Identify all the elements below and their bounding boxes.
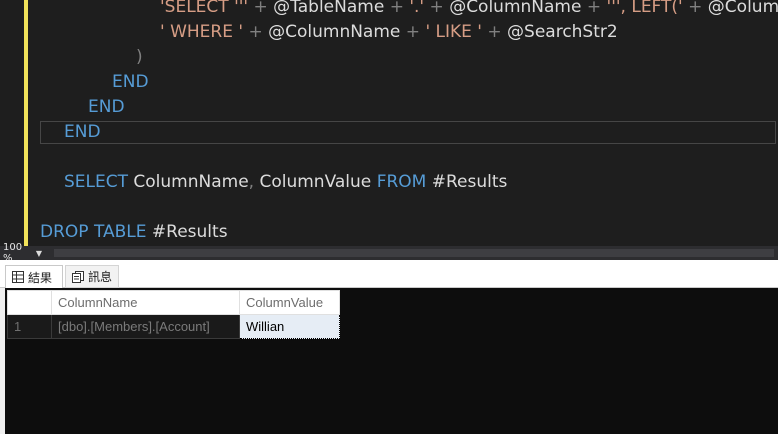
sql-identifier: ColumnName xyxy=(128,172,249,192)
tab-messages-label: 訊息 xyxy=(88,270,113,284)
grid-corner-cell[interactable] xyxy=(7,290,52,315)
sql-keyword: SELECT xyxy=(64,172,128,192)
sql-identifier: #Results xyxy=(146,222,228,242)
sql-keyword: END xyxy=(88,97,125,117)
results-grid-area: ColumnName ColumnValue 1 [dbo].[Members]… xyxy=(5,288,778,434)
horizontal-scrollbar[interactable] xyxy=(54,249,774,257)
sql-operator: + xyxy=(424,0,450,17)
editor-status-bar: 100 % ▼ xyxy=(0,242,778,264)
sql-string: ' LIKE ' xyxy=(425,22,482,42)
chevron-down-icon[interactable]: ▼ xyxy=(33,247,45,259)
sql-operator: + xyxy=(481,22,508,42)
sql-keyword: END xyxy=(64,122,101,142)
sql-identifier: @TableName xyxy=(273,0,385,17)
column-header-columnvalue[interactable]: ColumnValue xyxy=(239,290,340,315)
sql-keyword: END xyxy=(112,72,149,92)
sql-operator: + xyxy=(400,22,426,42)
column-header-columnname[interactable]: ColumnName xyxy=(51,290,240,315)
code-line: DROP TABLE #Results xyxy=(40,220,228,245)
results-pane: 結果 訊息 ColumnName ColumnValue 1 [dbo].[Me… xyxy=(0,260,778,434)
sql-identifier: ColumnValue xyxy=(254,172,377,192)
code-line: END xyxy=(112,70,149,95)
grid-cell-columnname[interactable]: [dbo].[Members].[Account] xyxy=(51,314,240,339)
sql-operator: + xyxy=(682,0,708,17)
sql-identifier: @ColumnName xyxy=(268,22,401,42)
sql-string: ''', LEFT(' xyxy=(606,0,683,17)
sql-operator: + xyxy=(248,0,274,17)
sql-keyword: FROM xyxy=(376,172,427,192)
tab-results-label: 結果 xyxy=(28,270,53,285)
change-tracking-bar xyxy=(24,0,28,246)
current-line-highlight xyxy=(40,121,776,144)
sql-operator: + xyxy=(384,0,410,17)
sql-string: ' WHERE ' xyxy=(160,22,244,42)
code-line: 'SELECT ''' + @TableName + '.' + @Column… xyxy=(160,0,778,20)
query-editor[interactable]: 'SELECT ''' + @TableName + '.' + @Column… xyxy=(0,0,778,246)
table-row: 1 [dbo].[Members].[Account] Willian xyxy=(7,314,340,339)
sql-identifier: @ColumnName xyxy=(449,0,582,17)
code-line: END xyxy=(64,120,101,145)
editor-gutter xyxy=(0,0,24,246)
code-line: ) xyxy=(136,45,143,70)
code-line: SELECT ColumnName, ColumnValue FROM #Res… xyxy=(64,170,507,195)
tab-results[interactable]: 結果 xyxy=(5,265,63,288)
row-number-cell[interactable]: 1 xyxy=(7,314,52,339)
sql-keyword: DROP TABLE xyxy=(40,222,147,242)
messages-icon xyxy=(72,270,84,283)
results-grid: ColumnName ColumnValue 1 [dbo].[Members]… xyxy=(7,290,340,339)
sql-identifier: #Results xyxy=(426,172,508,192)
sql-operator: ) xyxy=(136,47,143,67)
sql-operator: + xyxy=(243,22,269,42)
sql-string: 'SELECT ''' xyxy=(160,0,249,17)
sql-identifier: @Colum xyxy=(707,0,778,17)
code-line: ' WHERE ' + @ColumnName + ' LIKE ' + @Se… xyxy=(160,20,618,45)
sql-string: '.' xyxy=(409,0,425,17)
grid-cell-columnvalue[interactable]: Willian xyxy=(239,314,340,339)
tab-messages[interactable]: 訊息 xyxy=(65,265,119,288)
grid-header-row: ColumnName ColumnValue xyxy=(7,290,340,315)
grid-icon xyxy=(12,271,24,283)
code-line: END xyxy=(88,95,125,120)
results-tabs: 結果 訊息 xyxy=(0,260,778,288)
sql-operator: + xyxy=(581,0,607,17)
sql-identifier: @SearchStr2 xyxy=(507,22,618,42)
